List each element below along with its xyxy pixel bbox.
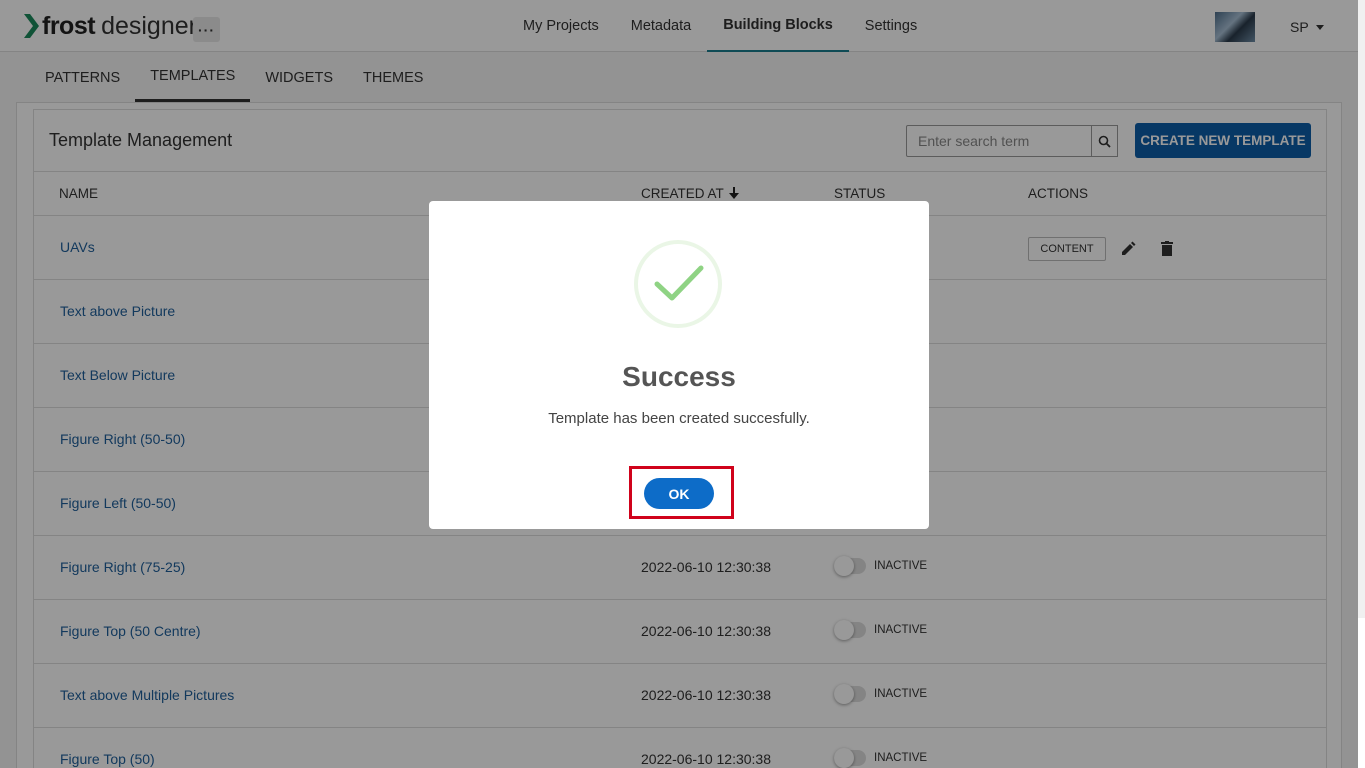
success-check-icon — [634, 240, 722, 328]
checkmark-icon — [654, 265, 704, 301]
scrollbar-thumb[interactable] — [1358, 618, 1365, 768]
dialog-title: Success — [622, 361, 736, 392]
dialog-message: Template has been created succesfully. — [548, 410, 810, 427]
ok-button[interactable]: OK — [644, 478, 714, 509]
success-dialog: Success Template has been created succes… — [429, 201, 929, 529]
